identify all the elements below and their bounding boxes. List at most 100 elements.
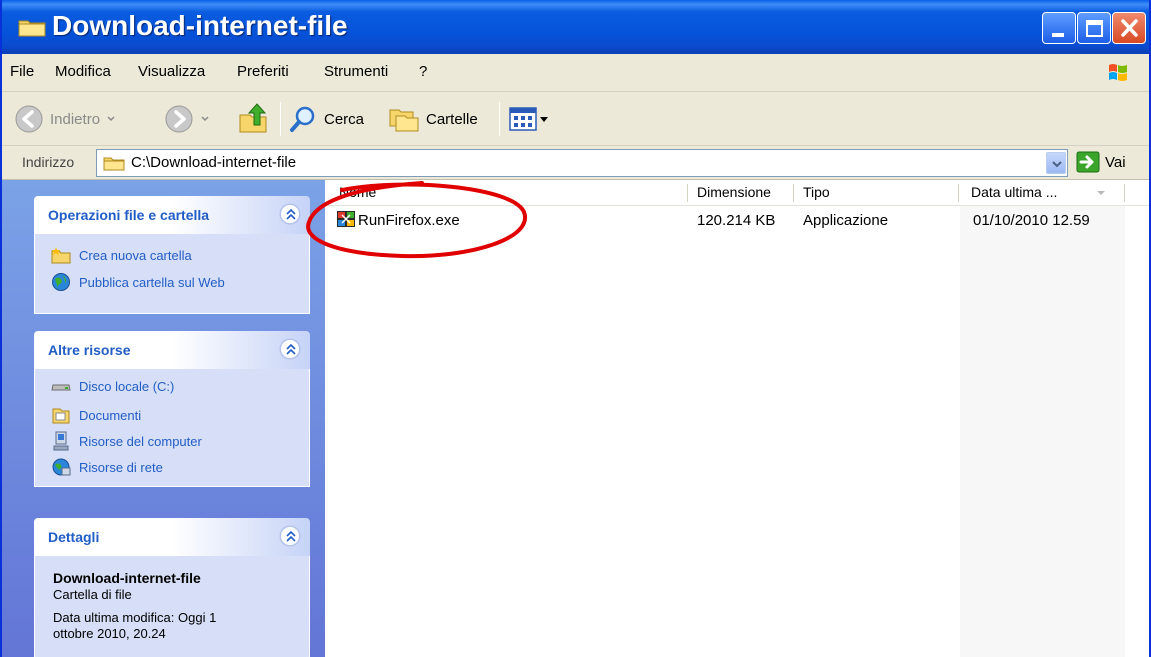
chevron-down-icon <box>1052 161 1062 168</box>
computer-icon <box>53 431 69 451</box>
close-button[interactable] <box>1112 12 1146 44</box>
collapse-button[interactable] <box>280 204 300 224</box>
collapse-button[interactable] <box>280 526 300 546</box>
file-type: Applicazione <box>803 212 889 229</box>
address-label: Indirizzo <box>22 154 75 170</box>
menu-preferiti[interactable]: Preferiti <box>237 63 289 80</box>
exe-file-icon <box>337 211 355 227</box>
file-folder-tasks-body: Crea nuova cartella Pubblica cartella su… <box>34 234 310 314</box>
menu-visualizza[interactable]: Visualizza <box>138 63 205 80</box>
chevron-down-icon <box>201 116 209 122</box>
address-value: C:\Download-internet-file <box>131 154 297 171</box>
address-bar: Indirizzo C:\Download-internet-file Vai <box>2 146 1149 180</box>
folder-icon <box>103 157 125 171</box>
file-size: 120.214 KB <box>697 212 776 229</box>
menu-help[interactable]: ? <box>419 63 427 80</box>
column-header-type[interactable]: Tipo <box>803 184 830 200</box>
file-folder-tasks-title: Operazioni file e cartella <box>48 207 210 223</box>
task-publish-web-label: Pubblica cartella sul Web <box>79 274 225 290</box>
file-list: Nome Dimensione Tipo Data ultima ... Run… <box>325 180 1149 657</box>
task-documents-label: Documenti <box>79 407 142 423</box>
folders-icon <box>389 109 419 132</box>
task-network[interactable]: Risorse di rete <box>51 457 163 477</box>
details-body: Download-internet-file Cartella di file … <box>34 556 310 657</box>
globe-icon <box>52 273 70 291</box>
go-arrow-icon <box>1076 151 1100 173</box>
other-places-panel: Altre risorse Disco locale (C:) Document… <box>34 331 310 487</box>
task-network-label: Risorse di rete <box>79 459 163 475</box>
collapse-button[interactable] <box>280 339 300 359</box>
toolbar-separator <box>280 102 281 136</box>
explorer-window: Download-internet-file File Modifica Vis… <box>0 0 1151 657</box>
sort-arrow-icon <box>1097 191 1105 195</box>
back-arrow-icon <box>15 105 43 133</box>
task-my-computer[interactable]: Risorse del computer <box>51 431 202 451</box>
forward-arrow-icon <box>165 105 193 133</box>
views-button[interactable] <box>509 100 551 138</box>
hard-drive-icon <box>51 384 71 390</box>
menu-file[interactable]: File <box>10 63 34 80</box>
task-local-disk[interactable]: Disco locale (C:) <box>51 379 174 394</box>
chevron-down-icon <box>107 116 115 122</box>
title-bar[interactable]: Download-internet-file <box>2 0 1149 54</box>
task-pane: Operazioni file e cartella Crea nuova ca… <box>2 180 325 657</box>
file-row[interactable]: RunFirefox.exe 120.214 KB Applicazione 0… <box>325 206 1149 230</box>
forward-button[interactable] <box>164 100 214 138</box>
task-documents[interactable]: Documenti <box>51 405 141 425</box>
column-header-size[interactable]: Dimensione <box>697 184 771 200</box>
folder-icon <box>18 20 46 37</box>
column-divider[interactable] <box>958 184 959 202</box>
details-modified-line1: Data ultima modifica: Oggi 1 <box>53 610 217 625</box>
chevron-up-icon <box>286 208 296 220</box>
documents-icon <box>52 408 70 424</box>
column-divider[interactable] <box>1124 184 1125 202</box>
task-my-computer-label: Risorse del computer <box>79 433 202 449</box>
file-folder-tasks-header[interactable]: Operazioni file e cartella <box>34 196 310 234</box>
views-icon <box>509 107 537 131</box>
file-name: RunFirefox.exe <box>358 212 460 229</box>
column-divider[interactable] <box>793 184 794 202</box>
up-folder-icon <box>239 103 267 133</box>
file-folder-tasks-panel: Operazioni file e cartella Crea nuova ca… <box>34 196 310 314</box>
sorted-column-highlight <box>960 206 1125 657</box>
maximize-icon <box>1086 20 1103 37</box>
address-input[interactable]: C:\Download-internet-file <box>96 149 1068 177</box>
toolbar: Indietro Cerca Cartelle <box>2 92 1149 146</box>
search-label: Cerca <box>324 110 365 128</box>
file-modified: 01/10/2010 12.59 <box>973 212 1090 229</box>
network-icon <box>52 458 71 476</box>
details-type: Cartella di file <box>53 587 132 602</box>
menu-modifica[interactable]: Modifica <box>55 63 111 80</box>
toolbar-separator <box>499 102 500 136</box>
details-header[interactable]: Dettagli <box>34 518 310 556</box>
other-places-body: Disco locale (C:) Documenti Risorse del … <box>34 369 310 487</box>
search-button[interactable]: Cerca <box>288 100 364 138</box>
search-icon <box>290 106 315 132</box>
new-folder-icon <box>51 247 71 264</box>
up-folder-button[interactable] <box>238 100 270 138</box>
column-divider[interactable] <box>687 184 688 202</box>
minimize-icon <box>1052 33 1064 37</box>
maximize-button[interactable] <box>1077 12 1111 44</box>
window-title: Download-internet-file <box>52 10 348 41</box>
address-dropdown-button[interactable] <box>1046 152 1066 174</box>
column-header-modified[interactable]: Data ultima ... <box>971 184 1057 200</box>
folders-button[interactable]: Cartelle <box>388 100 478 138</box>
column-header-row: Nome Dimensione Tipo Data ultima ... <box>325 180 1149 206</box>
go-button[interactable]: Vai <box>1076 151 1126 173</box>
windows-logo-icon <box>1109 64 1127 81</box>
menu-strumenti[interactable]: Strumenti <box>324 63 388 80</box>
chevron-down-icon <box>540 117 548 122</box>
go-label: Vai <box>1105 153 1126 171</box>
task-new-folder-label: Crea nuova cartella <box>79 247 192 263</box>
details-title: Dettagli <box>48 529 100 545</box>
task-new-folder[interactable]: Crea nuova cartella <box>51 246 192 264</box>
other-places-header[interactable]: Altre risorse <box>34 331 310 369</box>
close-icon <box>1121 19 1138 37</box>
other-places-title: Altre risorse <box>48 342 131 358</box>
back-button[interactable]: Indietro <box>14 100 120 138</box>
minimize-button[interactable] <box>1042 12 1076 44</box>
chevron-up-icon <box>286 530 296 542</box>
column-header-name[interactable]: Nome <box>339 184 376 200</box>
task-publish-web[interactable]: Pubblica cartella sul Web <box>51 272 225 292</box>
